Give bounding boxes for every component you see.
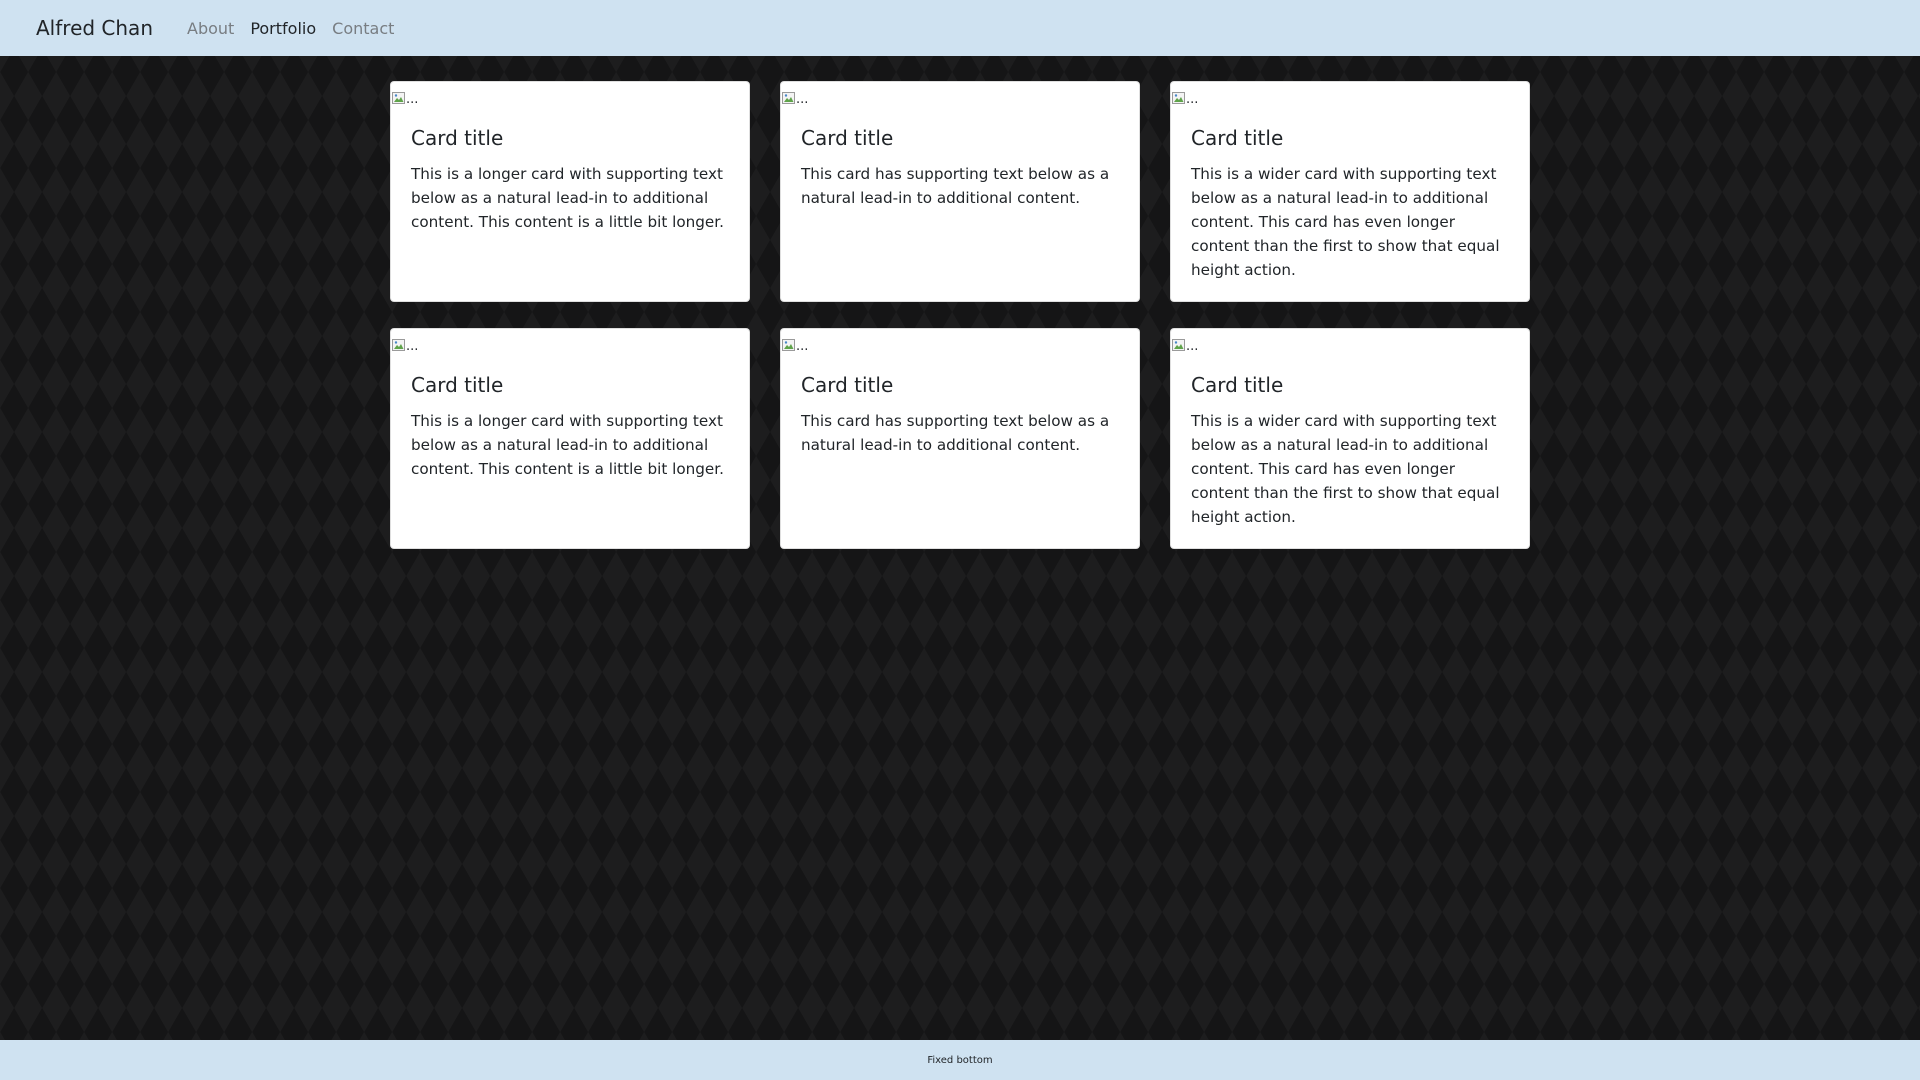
card-title: Card title: [411, 373, 504, 397]
card-image: ...: [391, 329, 418, 353]
card-image: ...: [781, 82, 808, 106]
card-title: Card title: [801, 126, 894, 150]
broken-image-icon: [782, 339, 795, 351]
broken-image-icon: [1172, 339, 1185, 351]
card-body: Card title This is a longer card with su…: [411, 126, 731, 234]
card-body: Card title This card has supporting text…: [801, 126, 1121, 210]
card-text: This is a wider card with supporting tex…: [1191, 165, 1500, 279]
card-image: ...: [1171, 82, 1198, 106]
card: ... Card title This is a wider card with…: [1170, 328, 1530, 549]
card: ... Card title This is a wider card with…: [1170, 81, 1530, 302]
card-image-alt: ...: [796, 339, 809, 354]
broken-image-icon: [782, 92, 795, 104]
card-image: ...: [1171, 329, 1198, 353]
card-body: Card title This is a wider card with sup…: [1191, 373, 1511, 529]
card-image: ...: [781, 329, 808, 353]
card-image-alt: ...: [1186, 339, 1199, 354]
card-grid: ... Card title This is a longer card wit…: [390, 81, 1530, 549]
brand-link[interactable]: Alfred Chan: [36, 16, 153, 40]
card: ... Card title This is a longer card wit…: [390, 81, 750, 302]
card-body: Card title This is a longer card with su…: [411, 373, 731, 481]
card-title: Card title: [1191, 126, 1284, 150]
navbar: Alfred Chan About Portfolio Contact: [0, 0, 1920, 56]
card-text: This card has supporting text below as a…: [801, 412, 1110, 454]
card-image-alt: ...: [796, 92, 809, 107]
broken-image-icon: [392, 92, 405, 104]
card: ... Card title This is a longer card wit…: [390, 328, 750, 549]
broken-image-icon: [392, 339, 405, 351]
card-text: This is a longer card with supporting te…: [411, 165, 724, 231]
nav-links: About Portfolio Contact: [187, 19, 394, 38]
nav-link-about[interactable]: About: [187, 19, 234, 38]
card-title: Card title: [801, 373, 894, 397]
card-image-alt: ...: [406, 339, 419, 354]
nav-link-contact[interactable]: Contact: [332, 19, 394, 38]
card-image: ...: [391, 82, 418, 106]
card-text: This is a longer card with supporting te…: [411, 412, 724, 478]
card-body: Card title This card has supporting text…: [801, 373, 1121, 457]
broken-image-icon: [1172, 92, 1185, 104]
card-image-alt: ...: [406, 92, 419, 107]
card-text: This is a wider card with supporting tex…: [1191, 412, 1500, 526]
footer-text: Fixed bottom: [927, 1054, 993, 1066]
card-image-alt: ...: [1186, 92, 1199, 107]
card-title: Card title: [1191, 373, 1284, 397]
card: ... Card title This card has supporting …: [780, 81, 1140, 302]
card-text: This card has supporting text below as a…: [801, 165, 1110, 207]
footer: Fixed bottom: [0, 1040, 1920, 1080]
card-title: Card title: [411, 126, 504, 150]
card: ... Card title This card has supporting …: [780, 328, 1140, 549]
card-body: Card title This is a wider card with sup…: [1191, 126, 1511, 282]
nav-link-portfolio[interactable]: Portfolio: [250, 19, 316, 38]
